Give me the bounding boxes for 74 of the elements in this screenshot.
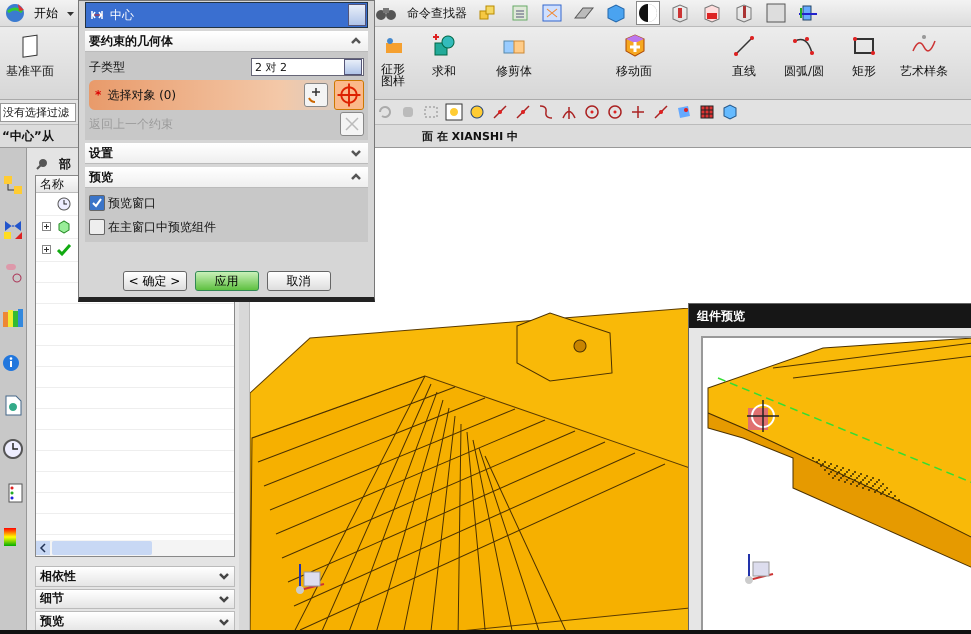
window-title: 组件预览: [689, 304, 971, 328]
ribbon-label[interactable]: 求和: [432, 63, 456, 80]
expand-icon[interactable]: [42, 245, 51, 254]
color-swatch-icon[interactable]: [765, 2, 787, 24]
required-mark: *: [95, 88, 102, 102]
circle-icon[interactable]: [606, 103, 624, 121]
select-objects-label: 选择对象 (0): [107, 86, 178, 104]
cube-icon: [57, 220, 71, 234]
crosshair-icon[interactable]: [334, 80, 364, 110]
constraint-type-dropdown[interactable]: 中心: [85, 2, 368, 28]
section-header[interactable]: 要约束的几何体: [85, 31, 368, 52]
ribbon-label[interactable]: 移动面: [616, 63, 652, 80]
collapsible-panel-header[interactable]: 预览: [35, 611, 235, 632]
shading-icon[interactable]: [637, 2, 659, 24]
ribbon-label[interactable]: 修剪体: [496, 63, 532, 80]
ribbon-label[interactable]: 直线: [732, 63, 756, 80]
books-icon[interactable]: [2, 306, 24, 328]
checkbox-label: 在主窗口中预览组件: [108, 218, 216, 236]
section-title: 要约束的几何体: [89, 32, 173, 50]
panel-title: 相依性: [40, 568, 76, 585]
checkbox-label: 预览窗口: [108, 194, 156, 212]
scroll-left-icon[interactable]: [36, 540, 50, 555]
start-menu-button[interactable]: 开始: [32, 4, 60, 22]
collapsible-panel-header[interactable]: 细节: [35, 588, 235, 610]
subtype-label: 子类型: [89, 58, 125, 76]
section-header[interactable]: 设置: [85, 143, 368, 164]
constraint-type-value: 中心: [110, 6, 135, 24]
ribbon-label[interactable]: 圆弧/圆: [784, 63, 824, 80]
center-constraint-icon: [90, 8, 104, 22]
cube-icon[interactable]: [605, 2, 627, 24]
select-icon[interactable]: [445, 103, 463, 121]
section-header[interactable]: 预览: [85, 167, 368, 188]
cancel-button[interactable]: 取消: [266, 271, 330, 291]
collapsible-panel-header[interactable]: 相依性: [35, 566, 235, 587]
assembly-icon[interactable]: [2, 174, 24, 196]
line-icon[interactable]: [514, 103, 532, 121]
filter-dropdown[interactable]: 没有选择过滤: [0, 102, 76, 122]
panel-title: 细节: [40, 590, 64, 608]
clock-icon: [57, 196, 71, 211]
checkbox[interactable]: [89, 195, 105, 211]
navigator-title: 部: [59, 156, 71, 173]
line-icon[interactable]: [652, 103, 670, 121]
add-icon[interactable]: [304, 83, 328, 107]
line-icon[interactable]: [731, 33, 757, 59]
checkbox[interactable]: [89, 219, 105, 235]
face-icon[interactable]: [675, 103, 693, 121]
ribbon-label[interactable]: 矩形: [852, 63, 876, 80]
ribbon-label[interactable]: 基准平面: [6, 63, 54, 80]
horizontal-scrollbar[interactable]: [36, 540, 234, 556]
line-icon[interactable]: [491, 103, 509, 121]
panel-title: 预览: [40, 613, 64, 630]
grid-icon[interactable]: [698, 103, 716, 121]
fit-view-icon[interactable]: [541, 2, 563, 24]
ribbon-label[interactable]: 艺术样条: [900, 63, 948, 80]
globe-icon: [4, 2, 26, 24]
clock-icon[interactable]: [2, 438, 24, 460]
apply-button[interactable]: 应用: [194, 271, 258, 291]
plus-icon[interactable]: [629, 103, 647, 121]
constraint-icon[interactable]: [2, 218, 24, 240]
expand-icon[interactable]: [42, 222, 51, 232]
section-title: 设置: [89, 144, 113, 162]
pin-icon[interactable]: [35, 157, 49, 172]
prompt-text: “中心”从: [1, 128, 55, 144]
status-message: 面 在 XIANSHI 中: [422, 128, 518, 144]
select-objects-row[interactable]: * 选择对象 (0): [89, 80, 364, 110]
ok-button[interactable]: < 确定 >: [122, 271, 186, 291]
cube-icon[interactable]: [721, 103, 739, 121]
ribbon-label[interactable]: 征形图样: [381, 63, 409, 87]
subtype-dropdown[interactable]: 2 对 2: [251, 58, 364, 76]
check-icon: [57, 242, 71, 257]
circle-icon[interactable]: [583, 103, 601, 121]
reverse-icon[interactable]: [340, 112, 364, 136]
command-finder-label[interactable]: 命令查找器: [407, 4, 467, 22]
curve-icon[interactable]: [537, 103, 555, 121]
